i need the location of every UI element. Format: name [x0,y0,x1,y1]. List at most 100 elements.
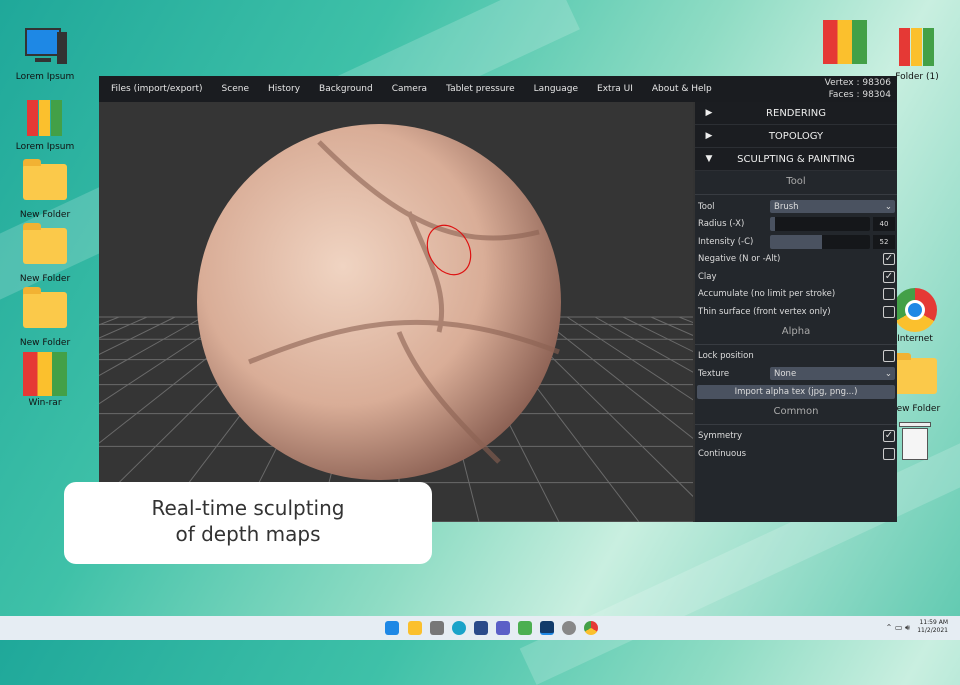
menu-tablet-pressure[interactable]: Tablet pressure [446,84,515,94]
desktop-icon-label: New Folder [19,210,71,220]
desktop-icon-winrar[interactable] [810,20,880,66]
teams-icon[interactable] [496,621,510,635]
lock-position-checkbox[interactable] [883,350,895,363]
desktop-icon-label: New Folder [19,338,71,348]
continuous-checkbox[interactable] [883,447,895,460]
desktop-icon-archive[interactable]: Lorem Ipsum [10,96,80,152]
intensity-value[interactable]: 52 [873,234,895,249]
chevron-down-icon: ⌄ [884,201,892,212]
desktop-icon-folder[interactable]: New Folder [10,222,80,284]
negative-label: Negative (N or -Alt) [698,254,781,265]
grid-line [566,316,693,401]
thin-surface-label: Thin surface (front vertex only) [698,306,831,317]
sculpted-sphere [197,124,561,480]
desktop-icon-label: Win-rar [28,398,62,408]
folder-icon [23,223,67,272]
taskbar: ⌃ ▭ 🔊︎ 11:59 AM 11/2/2021 [0,616,960,640]
radius-label: Radius (-X) [698,219,745,230]
intensity-slider[interactable] [770,234,870,249]
negative-checkbox[interactable]: ✓ [883,253,895,266]
feature-caption: Real-time sculpting of depth maps [64,482,432,564]
menu-scene[interactable]: Scene [222,84,249,94]
clock-date: 11/2/2021 [917,627,948,634]
menu-language[interactable]: Language [534,84,578,94]
menu-about-help[interactable]: About & Help [652,84,712,94]
paint-icon[interactable] [518,621,532,635]
menu-background[interactable]: Background [319,84,373,94]
desktop-icon-folder[interactable]: New Folder [10,158,80,220]
3d-viewport[interactable] [99,102,693,522]
tool-select[interactable]: Brush ⌄ [770,200,895,214]
tray-icons[interactable]: ⌃ ▭ 🔊︎ [886,623,910,633]
camera-icon[interactable] [430,621,444,635]
texture-label: Texture [698,368,730,379]
thin-surface-checkbox[interactable] [883,305,895,318]
trash-icon [893,418,937,462]
menu-extra-ui[interactable]: Extra UI [597,84,633,94]
section-title: RENDERING [766,107,826,119]
expand-arrow-icon: ▶ [705,108,713,118]
grid-line [622,316,693,353]
desktop-icon-computer[interactable]: Lorem Ipsum [10,26,80,82]
chrome-icon [893,288,937,332]
menu-bar: Files (import/export) Scene History Back… [99,76,897,102]
accumulate-label: Accumulate (no limit per stroke) [698,289,836,300]
sculpt-app-icon[interactable] [540,621,554,635]
viewport-scene [99,124,693,522]
grid-line [650,316,693,336]
grid-line [594,316,693,373]
winrar-icon [823,20,867,64]
tool-value: Brush [774,201,799,212]
section-title: TOPOLOGY [768,130,824,142]
faces-count: Faces : 98304 [828,90,891,100]
folder-icon [893,353,937,402]
settings-icon[interactable] [562,621,576,635]
folder-icon [23,287,67,336]
caption-line: of depth maps [175,522,321,546]
clock[interactable]: 11:59 AM 11/2/2021 [917,619,948,635]
chevron-down-icon: ⌄ [884,368,892,379]
vertex-count: Vertex : 98306 [824,78,891,88]
import-alpha-button[interactable]: Import alpha tex (jpg, png...) [697,384,895,399]
start-icon[interactable] [385,621,399,635]
folder-icon [23,159,67,208]
clay-checkbox[interactable]: ✓ [883,270,895,283]
intensity-label: Intensity (-C) [698,236,754,247]
section-sculpting-painting[interactable]: ▼ SCULPTING & PAINTING [695,148,897,171]
desktop-icon-winrar[interactable]: Win-rar [10,352,80,408]
desktop-icon-folder[interactable]: New Folder [10,286,80,348]
tool-label: Tool [698,201,715,212]
side-panel: ▶ RENDERING ▶ TOPOLOGY ▼ SCULPTING & PAINTI… [693,102,897,522]
menu-camera[interactable]: Camera [392,84,427,94]
menu-history[interactable]: History [268,84,300,94]
collapse-arrow-icon: ▼ [705,154,713,164]
accumulate-checkbox[interactable] [883,288,895,301]
clock-time: 11:59 AM [919,619,948,626]
section-rendering[interactable]: ▶ RENDERING [695,102,897,125]
clay-label: Clay [698,271,717,282]
symmetry-checkbox[interactable]: ✓ [883,430,895,443]
common-subheader: Common [695,401,897,425]
radius-value[interactable]: 40 [873,217,895,232]
radius-slider[interactable] [770,217,870,232]
desktop-icon-archive[interactable]: Folder (1) [882,26,952,82]
menu-files[interactable]: Files (import/export) [111,84,203,94]
caption-line: Real-time sculpting [151,496,345,520]
texture-select[interactable]: None ⌄ [770,367,895,381]
edge-icon[interactable] [452,621,466,635]
chrome-icon[interactable] [584,621,598,635]
texture-value: None [774,368,797,379]
section-title: SCULPTING & PAINTING [737,153,855,165]
store-icon[interactable] [474,621,488,635]
archive-icon [23,96,67,140]
desktop-icon-label: Lorem Ipsum [15,142,75,152]
continuous-label: Continuous [698,448,747,459]
archive-icon [895,26,939,70]
section-topology[interactable]: ▶ TOPOLOGY [695,125,897,148]
desktop-icon-label: Lorem Ipsum [15,72,75,82]
file-explorer-icon[interactable] [408,621,422,635]
sculpting-app-window: Files (import/export) Scene History Back… [99,76,897,522]
winrar-icon [23,352,67,396]
desktop-icon-label: New Folder [19,274,71,284]
alpha-subheader: Alpha [695,321,897,345]
